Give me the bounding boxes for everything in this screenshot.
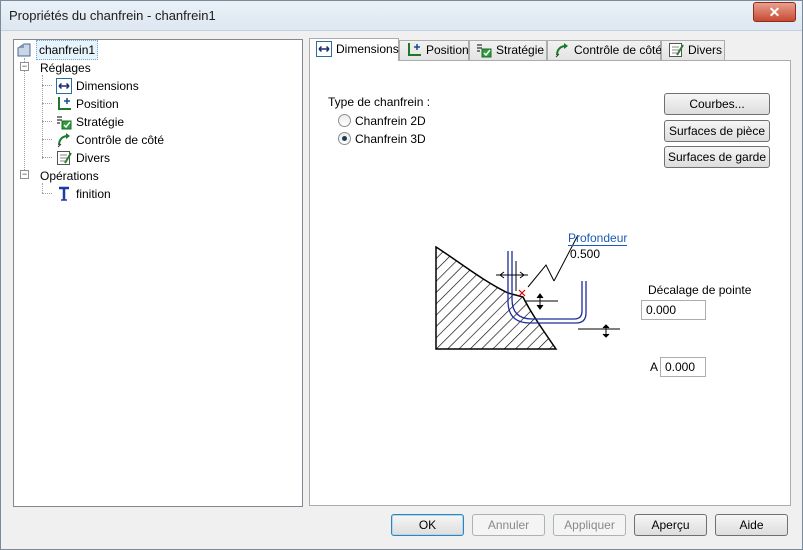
annuler-button[interactable]: Annuler	[472, 514, 545, 536]
tab-label: Position	[426, 43, 469, 57]
chamfer-feature-icon	[16, 42, 32, 58]
side-control-icon	[554, 42, 570, 58]
surfaces-piece-button[interactable]: Surfaces de pièce	[664, 120, 770, 142]
radio-label: Chanfrein 3D	[355, 132, 426, 146]
close-button[interactable]: ✕	[753, 2, 796, 22]
tree-item-label: Dimensions	[76, 78, 139, 93]
side-control-icon	[56, 132, 72, 148]
collapse-toggle[interactable]: −	[20, 170, 29, 179]
tree-connector	[42, 85, 52, 86]
settings-tree[interactable]: chanfrein1 − Réglages Dimensions Positio…	[13, 39, 303, 507]
window-title: Propriétés du chanfrein - chanfrein1	[9, 8, 216, 23]
tree-connector	[42, 193, 52, 194]
tree-item-dimensions[interactable]: Dimensions	[56, 76, 139, 94]
chamfer-type-label: Type de chanfrein :	[328, 95, 431, 109]
tab-label: Dimensions	[336, 42, 399, 56]
tab-label: Contrôle de côté	[574, 43, 663, 57]
decalage-label: Décalage de pointe	[648, 283, 752, 297]
tree-item-label: Stratégie	[76, 114, 125, 129]
radio-indicator[interactable]	[338, 132, 351, 145]
strategy-icon	[476, 42, 492, 58]
misc-notepad-icon	[668, 42, 684, 58]
radio-chanfrein-3d[interactable]: Chanfrein 3D	[338, 132, 426, 146]
tree-item-operations[interactable]: Opérations	[40, 166, 99, 184]
position-icon	[406, 42, 422, 58]
tab-controle-de-cote[interactable]: Contrôle de côté	[547, 40, 663, 60]
tree-item-divers[interactable]: Divers	[56, 148, 110, 166]
tree-item-label: Opérations	[40, 168, 99, 183]
apercu-button[interactable]: Aperçu	[634, 514, 707, 536]
tab-label: Stratégie	[496, 43, 545, 57]
tree-item-label: Position	[76, 96, 119, 111]
tab-label: Divers	[688, 43, 723, 57]
tab-divers[interactable]: Divers	[661, 40, 725, 60]
tree-item-position[interactable]: Position	[56, 94, 119, 112]
tree-connector	[42, 139, 52, 140]
profondeur-value[interactable]: 0.500	[570, 247, 600, 261]
tree-item-label: finition	[76, 186, 111, 201]
tree-connector	[42, 157, 52, 158]
angle-label: A	[650, 360, 659, 374]
tree-item-label: Divers	[76, 150, 111, 165]
surfaces-garde-button[interactable]: Surfaces de garde	[664, 146, 770, 168]
ok-button[interactable]: OK	[391, 514, 464, 536]
dimensions-panel: Type de chanfrein : Chanfrein 2D Chanfre…	[309, 60, 791, 506]
angle-input[interactable]: 0.000	[660, 357, 706, 377]
tree-connector	[24, 58, 25, 176]
tree-item-finition[interactable]: finition	[56, 184, 111, 202]
appliquer-button[interactable]: Appliquer	[553, 514, 626, 536]
decalage-input[interactable]: 0.000	[641, 300, 706, 320]
radio-indicator[interactable]	[338, 114, 351, 127]
strategy-icon	[56, 114, 72, 130]
tab-dimensions[interactable]: Dimensions	[309, 38, 399, 61]
collapse-toggle[interactable]: −	[20, 62, 29, 71]
tree-connector	[42, 75, 43, 159]
profondeur-label: Profondeur	[568, 231, 628, 246]
title-bar: Propriétés du chanfrein - chanfrein1 ✕	[1, 1, 802, 31]
properties-dialog: Propriétés du chanfrein - chanfrein1 ✕ c…	[0, 0, 803, 550]
tab-position[interactable]: Position	[399, 40, 469, 60]
aide-button[interactable]: Aide	[715, 514, 788, 536]
tree-item-root[interactable]: chanfrein1	[16, 40, 99, 60]
courbes-button[interactable]: Courbes...	[664, 93, 770, 115]
tree-item-reglages[interactable]: Réglages	[40, 58, 91, 76]
dimensions-icon	[56, 77, 72, 94]
position-icon	[56, 96, 72, 112]
finishing-tool-icon	[56, 186, 72, 202]
tree-item-label: Contrôle de côté	[76, 132, 165, 147]
tab-strategie[interactable]: Stratégie	[469, 40, 547, 60]
tree-item-label: chanfrein1	[36, 40, 99, 60]
misc-notepad-icon	[56, 150, 72, 166]
tree-item-label: Réglages	[40, 60, 91, 75]
tree-item-controle[interactable]: Contrôle de côté	[56, 130, 164, 148]
radio-chanfrein-2d[interactable]: Chanfrein 2D	[338, 114, 426, 128]
tree-connector	[42, 121, 52, 122]
tree-connector	[42, 103, 52, 104]
tree-item-strategie[interactable]: Stratégie	[56, 112, 124, 130]
radio-label: Chanfrein 2D	[355, 114, 426, 128]
dimensions-icon	[316, 41, 332, 57]
